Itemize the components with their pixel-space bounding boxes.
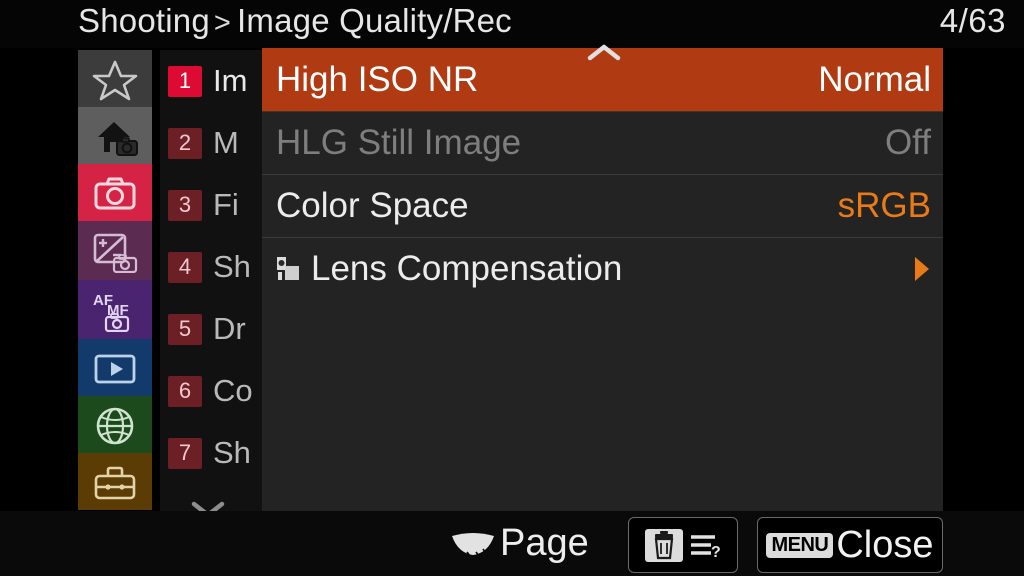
menu-row-value: Normal: [818, 59, 931, 99]
menu-button-badge: MENU: [766, 532, 834, 558]
toolbox-icon: [92, 462, 138, 502]
menu-close-button[interactable]: MENU Close: [757, 517, 943, 573]
delete-help-button[interactable]: ?: [628, 517, 738, 573]
tab-row-1[interactable]: 1 Im: [160, 50, 264, 112]
menu-row-value: sRGB: [837, 186, 931, 225]
menu-row-label: Lens Compensation: [311, 249, 623, 288]
settings-panel: High ISO NR Normal HLG Still Image Off C…: [262, 44, 943, 511]
rail-item-setup[interactable]: [78, 453, 152, 510]
tab-label: Co: [213, 373, 253, 408]
bottom-bar: Page ? MENU Close: [0, 511, 1024, 576]
help-list-icon: ?: [689, 530, 721, 561]
tab-label: M: [213, 125, 239, 160]
home-camera-icon: [92, 116, 138, 156]
tab-number-badge: 2: [168, 127, 202, 159]
camera-menu-screen: Shooting > Image Quality/Rec 4/63 AF MF …: [0, 0, 1024, 576]
tab-row-7[interactable]: 7 Sh: [160, 422, 264, 484]
tab-row-3[interactable]: 3 Fi: [160, 174, 264, 236]
camera-icon: [92, 173, 138, 213]
control-dial-icon: [450, 530, 496, 557]
af-mf-camera-icon: AF MF: [92, 290, 138, 332]
rail-item-playback[interactable]: [78, 339, 152, 396]
tab-row-4[interactable]: 4 Sh: [160, 236, 264, 298]
tab-label: Sh: [213, 435, 251, 470]
category-rail: AF MF: [78, 50, 152, 510]
menu-row-label: Color Space: [276, 186, 469, 225]
trash-icon: [645, 528, 683, 562]
menu-row-hlg-still-image[interactable]: HLG Still Image Off: [262, 111, 943, 174]
chevron-right-icon: [911, 254, 931, 284]
menu-row-label-group: Lens Compensation: [276, 249, 622, 289]
tab-row-5[interactable]: 5 Dr: [160, 298, 264, 360]
rail-item-my-menu[interactable]: [78, 50, 152, 107]
tab-number-badge: 3: [168, 189, 202, 221]
tab-label: Sh: [213, 249, 251, 284]
playback-icon: [92, 348, 138, 388]
rail-item-shooting[interactable]: [78, 164, 152, 221]
svg-text:?: ?: [711, 544, 721, 560]
header-bar: Shooting > Image Quality/Rec 4/63: [0, 0, 1024, 48]
close-label: Close: [836, 523, 934, 566]
page-control[interactable]: Page: [450, 519, 589, 567]
tab-column: 1 Im 2 M 3 Fi 4 Sh 5 Dr 6 Co 7 Sh: [160, 50, 264, 512]
submenu-icon: [276, 253, 304, 285]
tab-number-badge: 6: [168, 375, 202, 407]
rail-item-main-menu[interactable]: [78, 107, 152, 164]
chevron-up-icon[interactable]: [582, 42, 626, 64]
rail-item-focus[interactable]: AF MF: [78, 280, 152, 339]
tab-label: Dr: [213, 311, 246, 346]
menu-row-value: Off: [884, 123, 931, 162]
menu-row-lens-compensation[interactable]: Lens Compensation: [262, 237, 943, 300]
tab-number-badge: 7: [168, 437, 202, 469]
globe-icon: [92, 405, 138, 445]
breadcrumb-root: Shooting: [78, 2, 210, 39]
tab-row-2[interactable]: 2 M: [160, 112, 264, 174]
menu-row-label: High ISO NR: [276, 59, 479, 99]
menu-row-color-space[interactable]: Color Space sRGB: [262, 174, 943, 237]
tab-number-badge: 4: [168, 251, 202, 283]
page-counter: 4/63: [939, 2, 1006, 39]
tab-label: Im: [213, 63, 248, 98]
page-label: Page: [500, 521, 589, 564]
tab-row-6[interactable]: 6 Co: [160, 360, 264, 422]
tab-label: Fi: [213, 187, 239, 222]
menu-row-label: HLG Still Image: [276, 123, 522, 162]
breadcrumb-current: Image Quality/Rec: [237, 2, 512, 39]
rail-item-exposure[interactable]: [78, 221, 152, 280]
star-icon: [92, 59, 138, 100]
breadcrumb: Shooting > Image Quality/Rec: [78, 2, 512, 40]
tab-number-badge: 1: [168, 65, 202, 97]
tab-number-badge: 5: [168, 313, 202, 345]
exposure-plus-minus-camera-icon: [92, 231, 138, 273]
breadcrumb-separator: >: [213, 7, 232, 39]
rail-item-network[interactable]: [78, 396, 152, 453]
